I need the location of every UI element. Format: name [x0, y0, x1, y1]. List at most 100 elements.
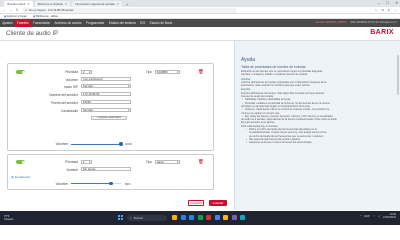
taskbar-app-icon[interactable] — [172, 214, 177, 220]
volume-alias-field[interactable]: (not configured) — [81, 76, 131, 82]
help-line: importación, debe aceptar los cambios pa… — [241, 84, 311, 88]
tray-chevron-icon[interactable]: ^ — [360, 215, 361, 218]
windows-start-icon[interactable] — [118, 215, 123, 220]
app-navigation: Ajustes Fuentes Transmisión Archivos de … — [0, 19, 400, 27]
volume-percent: 80% — [125, 181, 131, 186]
save-button[interactable]: Guardar — [209, 200, 227, 206]
url-warning: No es seguro — [29, 8, 46, 12]
name-input[interactable]: Sin fuente — [81, 166, 131, 172]
maximize-icon[interactable]: ☐ — [386, 1, 389, 5]
back-icon[interactable]: ← — [3, 8, 6, 12]
speaker-icon[interactable]: ◁ — [378, 215, 380, 218]
nav-item-active[interactable]: Fuentes — [14, 19, 31, 27]
help-scrollbar[interactable] — [397, 55, 399, 95]
menu-icon[interactable]: ⋮ — [394, 8, 397, 12]
volume-slider[interactable] — [71, 181, 121, 186]
taskbar-app-icon[interactable] — [223, 214, 228, 220]
priority-select[interactable]: 2 — [81, 159, 92, 164]
nav-item[interactable]: Transmisión — [31, 19, 53, 27]
status-left: Atención MPIPRO_CAM74 — [315, 21, 347, 25]
type-select[interactable]: SCRIBO — [155, 69, 180, 74]
channel-select[interactable]: Servidor — [81, 107, 131, 113]
help-line: EQ: todas las fuentes, excepto Synopsis,… — [241, 115, 389, 119]
nav-item[interactable]: Programador — [84, 19, 107, 27]
cancel-button[interactable]: Cancelar — [188, 200, 204, 206]
taskbar-app-icon[interactable] — [214, 214, 220, 220]
channel-label: Canal/audio — [60, 108, 78, 113]
forward-icon[interactable]: → — [9, 8, 12, 12]
close-tab-icon[interactable]: ✕ — [65, 2, 67, 6]
taskbar-app-icon[interactable] — [231, 214, 237, 220]
source-card-1: Prioridad 2 Tipo SCRIBO 🗑 Volumen (not c… — [7, 63, 214, 151]
barix-logo: BARIX — [370, 28, 394, 36]
url-field[interactable]: ⚠ No es seguro 172.16.86.3/Fuentes — [21, 7, 237, 13]
volume-label: Volumen — [55, 142, 68, 146]
taskbar-app-icon[interactable] — [206, 214, 211, 220]
equalizer-link[interactable]: ▥ Ecualizador — [11, 175, 30, 179]
server-name-label: Nombre del servidor — [49, 92, 78, 97]
nav-item[interactable]: Ajustes — [0, 19, 15, 27]
close-tab-icon[interactable]: ✕ — [27, 2, 29, 6]
taskbar-app-icon[interactable] — [197, 214, 203, 220]
server-port-input[interactable]: 15230 — [81, 99, 131, 105]
volume-slider-fill — [71, 183, 111, 184]
weather-widget[interactable]: 75°F Soleado — [4, 215, 14, 221]
browser-toolbar-icons: ☆ ⧉ ● ⋮ — [375, 8, 397, 12]
priority-label: Prioridad — [65, 160, 78, 165]
enable-toggle[interactable] — [16, 160, 25, 164]
weather-desc: Soleado — [4, 218, 14, 221]
help-panel: Ayuda Tabla de prioridades de fuentes de… — [234, 41, 400, 210]
help-line: Volumen: Cada fuente ofrece un control d… — [241, 108, 389, 112]
taskbar-app-icon[interactable] — [240, 214, 245, 220]
server-port-label: Puerto del servidor — [51, 100, 78, 105]
reload-icon[interactable]: ↻ — [16, 8, 19, 12]
mode-select[interactable]: Servidor — [81, 83, 131, 89]
volume-alias-label: Volumen — [65, 77, 78, 82]
star-icon[interactable]: ☆ — [375, 8, 378, 12]
nav-item[interactable]: E/S — [138, 19, 148, 27]
server-name-input[interactable]: 172.16.86.90 — [81, 91, 131, 97]
help-line: Define el ancho de banda de las frecuenc… — [241, 128, 389, 132]
volume-slider-handle[interactable] — [109, 181, 113, 186]
close-tab-icon[interactable]: ✕ — [117, 2, 119, 6]
type-select[interactable]: dante — [155, 159, 180, 164]
minimize-icon[interactable]: – — [378, 1, 380, 5]
taskbar-app-icon[interactable] — [180, 214, 186, 220]
enable-toggle[interactable] — [16, 70, 25, 74]
help-title: Ayuda — [241, 57, 256, 63]
tab-title: Informacion regional de entrada — [75, 2, 115, 6]
volume-percent: 100% — [125, 142, 133, 147]
nav-item[interactable]: Estado del sistema — [107, 19, 138, 27]
help-line: Prioridad: establece la prioridad de la … — [241, 102, 389, 106]
trash-icon[interactable]: 🗑 — [198, 159, 204, 165]
trash-icon[interactable]: 🗑 — [198, 69, 204, 75]
nav-item[interactable]: Estado de Barix — [147, 19, 174, 27]
taskbar-search[interactable]: ⌕ Buscar — [127, 214, 167, 221]
volume-slider-handle[interactable] — [119, 142, 123, 146]
extensions-icon[interactable]: ⧉ — [382, 8, 384, 12]
advanced-settings-button[interactable]: + Ajustes avanzados — [91, 115, 127, 120]
taskbar: 75°F Soleado ⌕ Buscar ^ ESP ◠ ◁ 10:09 21… — [0, 211, 400, 225]
help-subtitle: Tabla de prioridades de fuentes de entra… — [241, 65, 306, 69]
system-tray: ^ ESP ◠ ◁ 10:09 21/03/2024 — [360, 213, 396, 219]
close-window-icon[interactable]: ✕ — [395, 1, 398, 5]
bookmark-1[interactable]: ▣ Bibliotecas - tablas — [33, 15, 58, 18]
tray-lang[interactable]: ESP — [365, 215, 370, 218]
taskbar-apps — [172, 214, 245, 220]
help-line: Cambiar / configurar, añadir o reordenar… — [241, 73, 308, 77]
volume-slider[interactable] — [71, 142, 123, 146]
equalizer-label: Ecualizador — [14, 174, 31, 179]
priority-select[interactable]: 2 — [81, 69, 92, 74]
wifi-icon[interactable]: ◠ — [373, 215, 375, 218]
not-secure-icon[interactable]: ⚠ — [25, 8, 28, 12]
profile-icon[interactable]: ● — [388, 8, 390, 12]
bookmark-0[interactable]: ▣ Explorar el hogar — [4, 15, 27, 18]
equalizer-icon: ▥ — [11, 174, 14, 179]
clock[interactable]: 10:09 21/03/2024 — [383, 213, 396, 219]
search-placeholder: Buscar — [133, 215, 144, 220]
help-line: Ganancia: aumenta o reduce la frecuencia… — [241, 141, 389, 145]
device-status: Atención MPIPRO_CAM74 MAC 00:08:E1:07:CF… — [315, 21, 400, 24]
nav-item[interactable]: Archivos de sonido — [52, 19, 83, 27]
taskbar-app-icon[interactable] — [189, 214, 194, 220]
browser-tab-strip: IP Audio Client ✕ Welcome to Outlook ✕ Inf… — [0, 0, 400, 7]
